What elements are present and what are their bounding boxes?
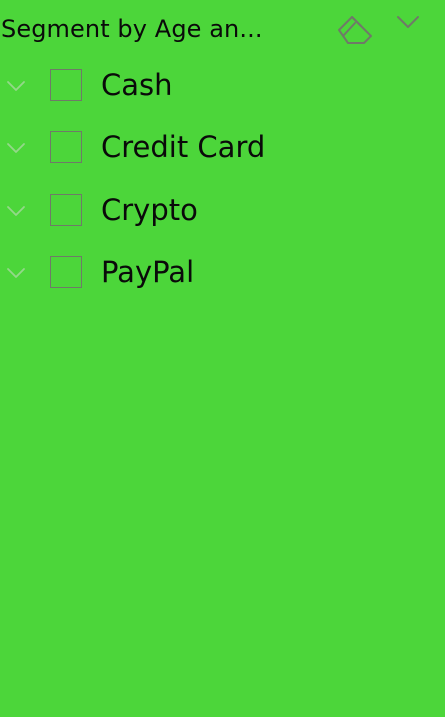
- hierarchy-slicer: Segment by Age an... Cash Credit Card Cr…: [0, 0, 445, 717]
- slicer-item-cash[interactable]: Cash: [0, 61, 445, 119]
- chevron-down-icon[interactable]: [393, 10, 423, 34]
- slicer-item-paypal[interactable]: PayPal: [0, 248, 445, 306]
- chevron-down-icon[interactable]: [5, 139, 27, 157]
- checkbox[interactable]: [50, 256, 82, 288]
- slicer-item-label: Cash: [101, 68, 173, 102]
- checkbox[interactable]: [50, 69, 82, 101]
- slicer-item-label: Crypto: [101, 193, 198, 227]
- checkbox[interactable]: [50, 131, 82, 163]
- slicer-item-label: PayPal: [101, 255, 195, 289]
- eraser-icon[interactable]: [336, 10, 376, 46]
- slicer-item-crypto[interactable]: Crypto: [0, 186, 445, 244]
- checkbox[interactable]: [50, 194, 82, 226]
- chevron-down-icon[interactable]: [5, 202, 27, 220]
- slicer-header: Segment by Age an...: [0, 0, 445, 58]
- slicer-title: Segment by Age an...: [1, 15, 263, 43]
- slicer-item-credit-card[interactable]: Credit Card: [0, 123, 445, 181]
- chevron-down-icon[interactable]: [5, 264, 27, 282]
- slicer-item-label: Credit Card: [101, 130, 266, 164]
- chevron-down-icon[interactable]: [5, 77, 27, 95]
